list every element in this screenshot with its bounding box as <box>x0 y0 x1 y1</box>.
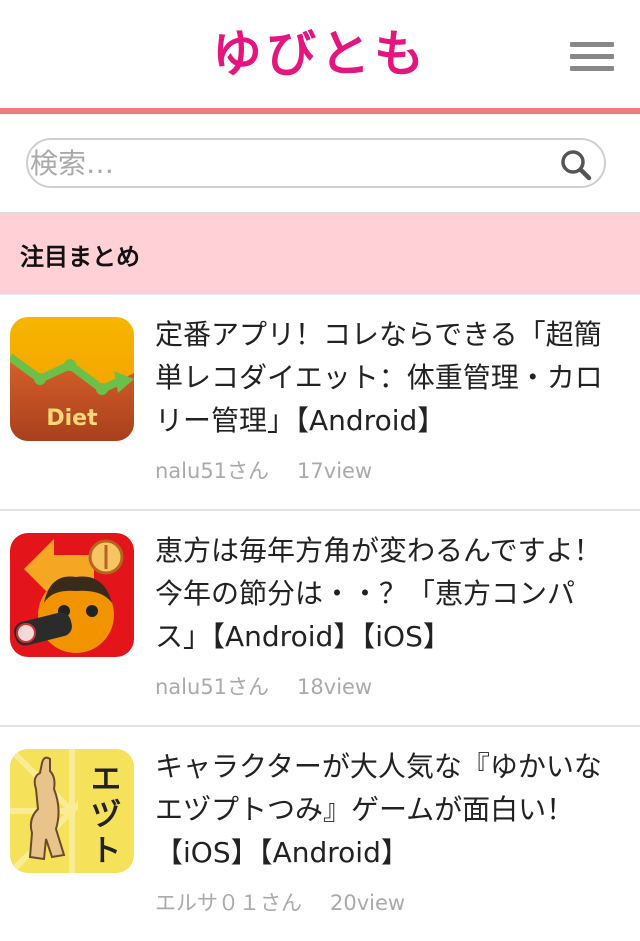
article-list: Diet 定番アプリ！コレならできる「超簡単レコダイエット：体重管理・カロリー管… <box>0 295 640 941</box>
menu-bar <box>570 66 614 71</box>
section-title: 注目まとめ <box>20 242 140 271</box>
egypt-tsumi-app-icon: エ ヅ ト <box>10 749 134 873</box>
hamburger-menu-icon[interactable] <box>570 42 614 72</box>
site-logo[interactable]: ゆびとも <box>0 22 640 86</box>
list-item[interactable]: Diet 定番アプリ！コレならできる「超簡単レコダイエット：体重管理・カロリー管… <box>0 295 640 511</box>
item-title[interactable]: 定番アプリ！コレならできる「超簡単レコダイエット：体重管理・カロリー管理」【An… <box>155 313 616 442</box>
item-title[interactable]: キャラクターが大人気な『ゆかいな エヅプトつみ』ゲームが面白い！【iOS】【An… <box>155 745 616 874</box>
item-views: 18view <box>297 675 373 699</box>
thumb-label: Diet <box>46 406 98 431</box>
section-header: 注目まとめ <box>0 214 640 295</box>
svg-text:ヅ: ヅ <box>91 798 121 833</box>
item-views: 17view <box>297 459 373 483</box>
ehou-compass-app-icon <box>10 533 134 657</box>
search-icon[interactable] <box>560 149 592 181</box>
list-item[interactable]: エ ヅ ト キャラクターが大人気な『ゆかいな エヅプトつみ』ゲームが面白い！【i… <box>0 727 640 941</box>
item-author: nalu51さん <box>155 675 270 699</box>
search-area <box>0 114 640 214</box>
menu-bar <box>570 42 614 47</box>
item-author: nalu51さん <box>155 459 270 483</box>
search-box <box>26 138 606 188</box>
item-title[interactable]: 恵方は毎年方角が変わるんですよ！今年の節分は・・？「恵方コンパス」【Androi… <box>155 529 616 658</box>
svg-text:ト: ト <box>91 834 121 869</box>
search-input[interactable] <box>30 140 544 186</box>
item-meta: nalu51さん 17view <box>155 455 372 485</box>
item-author: エルサ０１さん <box>155 891 302 915</box>
item-meta: エルサ０１さん 20view <box>155 887 405 917</box>
list-item[interactable]: 恵方は毎年方角が変わるんですよ！今年の節分は・・？「恵方コンパス」【Androi… <box>0 511 640 727</box>
item-views: 20view <box>330 891 406 915</box>
svg-text:エ: エ <box>91 762 121 797</box>
menu-bar <box>570 54 614 59</box>
item-meta: nalu51さん 18view <box>155 671 372 701</box>
header: ゆびとも <box>0 0 640 108</box>
diet-app-icon: Diet <box>10 317 134 441</box>
